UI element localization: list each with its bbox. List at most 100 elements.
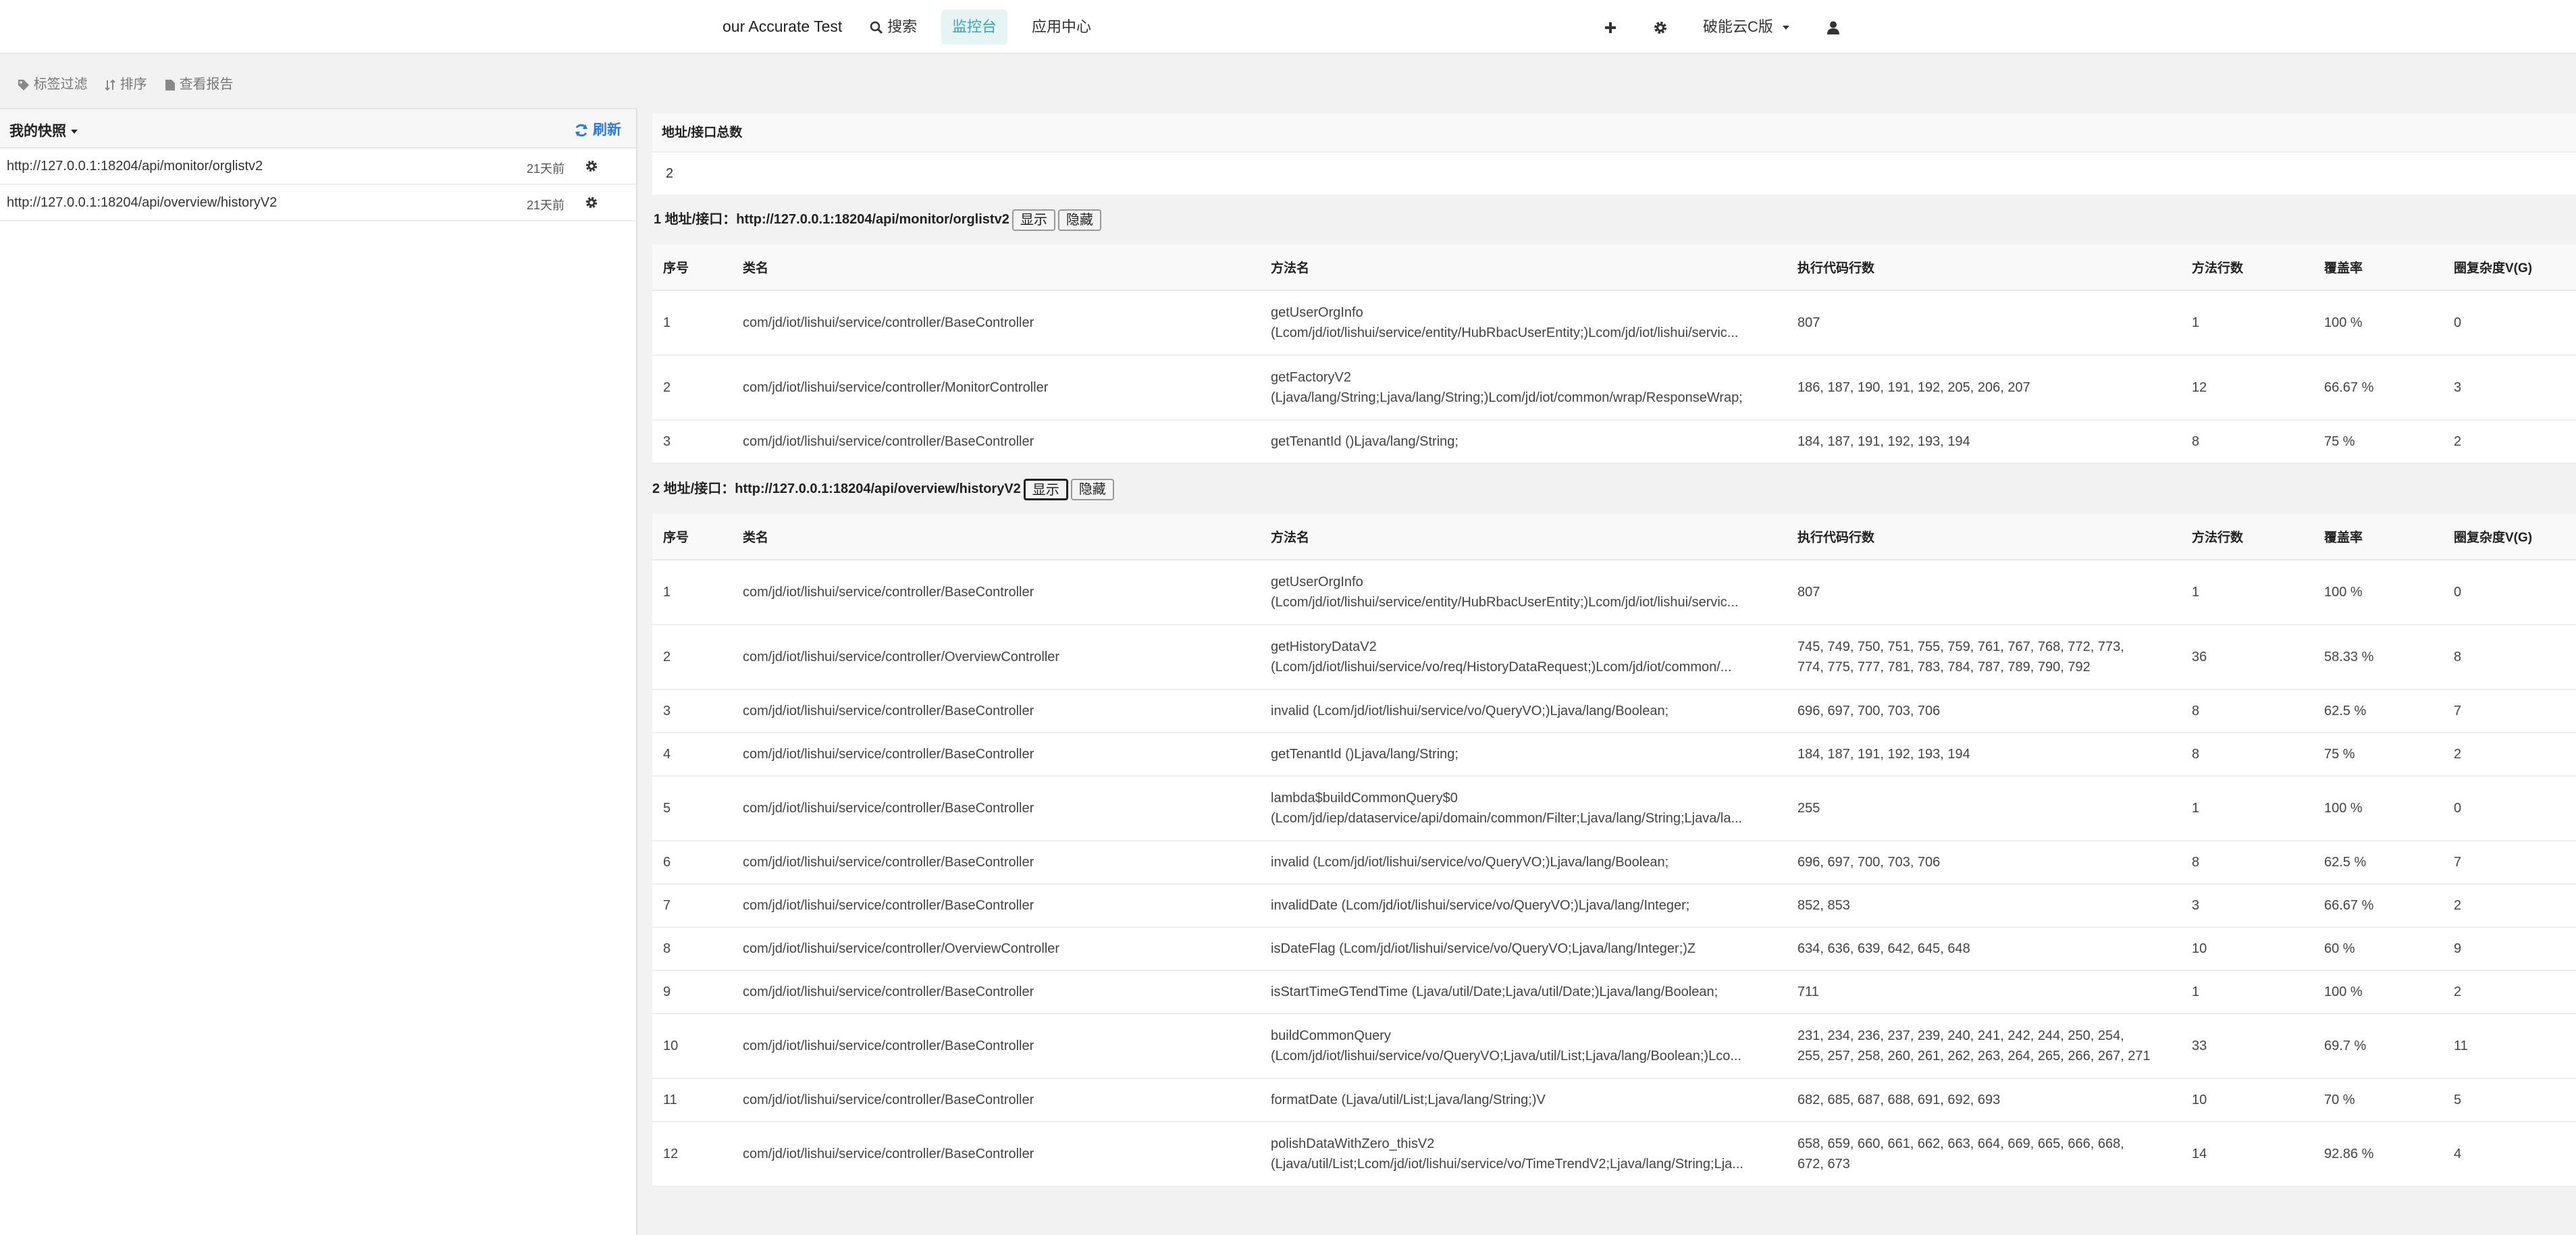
method-name-line1: isDateFlag (Lcom/jd/iot/lishui/service/v…: [1271, 941, 1696, 956]
method-name: getFactoryV2 (Ljava/lang/String;Ljava/lan…: [1260, 355, 1787, 421]
cyclomatic-complexity: 2: [2443, 733, 2576, 777]
brand-title[interactable]: our Accurate Test: [722, 18, 842, 36]
caret-down-icon: [1783, 26, 1790, 30]
show-button[interactable]: 显示: [1011, 209, 1055, 231]
method-name-line1: lambda$buildCommonQuery$0: [1271, 791, 1458, 806]
column-header: 方法名: [1260, 514, 1787, 560]
method-name: getUserOrgInfo (Lcom/jd/iot/lishui/servic…: [1260, 560, 1787, 625]
executed-lines-text: 807: [1797, 585, 1820, 600]
column-header: 类名: [732, 514, 1260, 560]
method-name-line2: (Lcom/jd/iot/lishui/service/entity/HubRb…: [1271, 595, 1739, 610]
method-line-count: 8: [2181, 420, 2313, 464]
nav-app-center[interactable]: 应用中心: [1021, 9, 1102, 45]
view-report-label: 查看报告: [179, 77, 234, 92]
coverage-rate: 100 %: [2313, 776, 2443, 841]
sort-button[interactable]: 排序: [104, 73, 147, 93]
plus-icon: [1605, 22, 1616, 34]
method-name: getTenantId ()Ljava/lang/String;: [1260, 420, 1787, 464]
method-name: polishDataWithZero_thisV2 (Ljava/util/Lis…: [1260, 1122, 1787, 1187]
executed-lines-text: 231, 234, 236, 237, 239, 240, 241, 242, …: [1797, 1028, 2151, 1063]
gear-icon: [1654, 22, 1666, 34]
row-index: 10: [652, 1014, 732, 1079]
coverage-rate: 75 %: [2313, 733, 2443, 777]
add-button[interactable]: [1604, 9, 1617, 45]
coverage-rate: 69.7 %: [2313, 1014, 2443, 1079]
class-name: com/jd/iot/lishui/service/controller/Bas…: [732, 290, 1260, 356]
settings-button[interactable]: [1653, 9, 1668, 45]
hide-button[interactable]: 隐藏: [1057, 209, 1101, 231]
row-index: 9: [652, 970, 732, 1014]
nav-search-label: 搜索: [887, 18, 918, 35]
row-index: 11: [652, 1078, 732, 1122]
method-line-count: 1: [2181, 970, 2313, 1014]
refresh-icon: [575, 124, 588, 137]
snapshot-title: 我的快照: [9, 124, 66, 139]
class-name: com/jd/iot/lishui/service/controller/Bas…: [732, 884, 1260, 928]
tag-filter-button[interactable]: 标签过滤: [18, 73, 88, 93]
show-button[interactable]: 显示: [1023, 478, 1068, 500]
executed-lines: 682, 685, 687, 688, 691, 692, 693: [1787, 1078, 2181, 1122]
snapshot-url[interactable]: http://127.0.0.1:18204/api/monitor/orgli…: [7, 159, 263, 174]
snapshot-item[interactable]: http://127.0.0.1:18204/api/monitor/orgli…: [0, 149, 636, 185]
table-row: 1 com/jd/iot/lishui/service/controller/Ba…: [652, 290, 2576, 356]
nav-monitor[interactable]: 监控台: [941, 9, 1008, 45]
table-row: 1 com/jd/iot/lishui/service/controller/Ba…: [652, 560, 2576, 625]
edition-dropdown[interactable]: 破能云C版: [1703, 9, 1791, 45]
summary-header: 地址/接口总数: [652, 113, 2576, 153]
coverage-rate: 75 %: [2313, 420, 2443, 464]
snapshot-settings-button[interactable]: [585, 158, 598, 174]
executed-lines-text: 852, 853: [1797, 898, 1850, 913]
row-index: 7: [652, 884, 732, 928]
snapshot-settings-button[interactable]: [585, 194, 598, 210]
hide-button[interactable]: 隐藏: [1070, 478, 1114, 500]
method-name: formatDate (Ljava/util/List;Ljava/lang/S…: [1260, 1078, 1787, 1122]
row-index: 1: [652, 290, 732, 356]
class-name: com/jd/iot/lishui/service/controller/Bas…: [732, 420, 1260, 464]
column-header: 方法行数: [2181, 514, 2313, 560]
executed-lines-text: 745, 749, 750, 751, 755, 759, 761, 767, …: [1797, 639, 2124, 675]
snapshot-dropdown[interactable]: 我的快照: [9, 120, 78, 140]
method-name: getUserOrgInfo (Lcom/jd/iot/lishui/servic…: [1260, 290, 1787, 356]
sort-label: 排序: [120, 77, 147, 92]
method-name-line1: buildCommonQuery: [1271, 1028, 1391, 1043]
method-name: isStartTimeGTendTime (Ljava/util/Date;Lj…: [1260, 970, 1787, 1014]
refresh-button[interactable]: 刷新: [574, 119, 621, 139]
table-row: 12 com/jd/iot/lishui/service/controller/B…: [652, 1122, 2576, 1187]
method-name-line1: formatDate (Ljava/util/List;Ljava/lang/S…: [1271, 1093, 1546, 1107]
table-row: 2 com/jd/iot/lishui/service/controller/Ov…: [652, 625, 2576, 690]
column-header: 覆盖率: [2313, 514, 2443, 560]
nav-search[interactable]: 搜索: [859, 9, 928, 45]
method-name-line2: (Ljava/lang/String;Ljava/lang/String;)Lc…: [1271, 390, 1743, 405]
cyclomatic-complexity: 2: [2443, 884, 2576, 928]
method-name: getHistoryDataV2 (Lcom/jd/iot/lishui/serv…: [1260, 625, 1787, 690]
user-menu-button[interactable]: [1826, 9, 1841, 45]
method-name-line1: invalid (Lcom/jd/iot/lishui/service/vo/Q…: [1271, 855, 1669, 870]
method-line-count: 10: [2181, 927, 2313, 971]
executed-lines: 634, 636, 639, 642, 645, 648: [1787, 927, 2181, 971]
method-name-line1: getUserOrgInfo: [1271, 575, 1363, 589]
method-name-line1: isStartTimeGTendTime (Ljava/util/Date;Lj…: [1271, 984, 1718, 999]
row-index: 3: [652, 689, 732, 733]
snapshot-url[interactable]: http://127.0.0.1:18204/api/overview/hist…: [7, 195, 277, 211]
section-title-prefix: 2 地址/接口：: [652, 481, 735, 496]
executed-lines-text: 634, 636, 639, 642, 645, 648: [1797, 941, 1970, 956]
column-header: 方法行数: [2181, 244, 2313, 291]
user-icon: [1827, 21, 1839, 35]
coverage-rate: 66.67 %: [2313, 355, 2443, 421]
table-row: 3 com/jd/iot/lishui/service/controller/Ba…: [652, 420, 2576, 464]
section-title: 1 地址/接口：http://127.0.0.1:18204/api/monit…: [654, 194, 2576, 244]
view-report-button[interactable]: 查看报告: [165, 73, 234, 93]
cyclomatic-complexity: 2: [2443, 420, 2576, 464]
snapshot-item[interactable]: http://127.0.0.1:18204/api/overview/hist…: [0, 185, 636, 221]
column-header: 圈复杂度V(G): [2443, 514, 2576, 560]
method-name-line2: (Lcom/jd/iot/lishui/service/vo/req/Histo…: [1271, 660, 1732, 675]
gear-icon: [585, 160, 598, 172]
snapshot-time: 21天前: [527, 162, 565, 176]
table-row: 2 com/jd/iot/lishui/service/controller/Mo…: [652, 355, 2576, 421]
class-name: com/jd/iot/lishui/service/controller/Bas…: [732, 689, 1260, 733]
cyclomatic-complexity: 0: [2443, 560, 2576, 625]
method-line-count: 8: [2181, 689, 2313, 733]
executed-lines-text: 658, 659, 660, 661, 662, 663, 664, 669, …: [1797, 1136, 2124, 1172]
coverage-rate: 100 %: [2313, 560, 2443, 625]
executed-lines: 852, 853: [1787, 884, 2181, 928]
